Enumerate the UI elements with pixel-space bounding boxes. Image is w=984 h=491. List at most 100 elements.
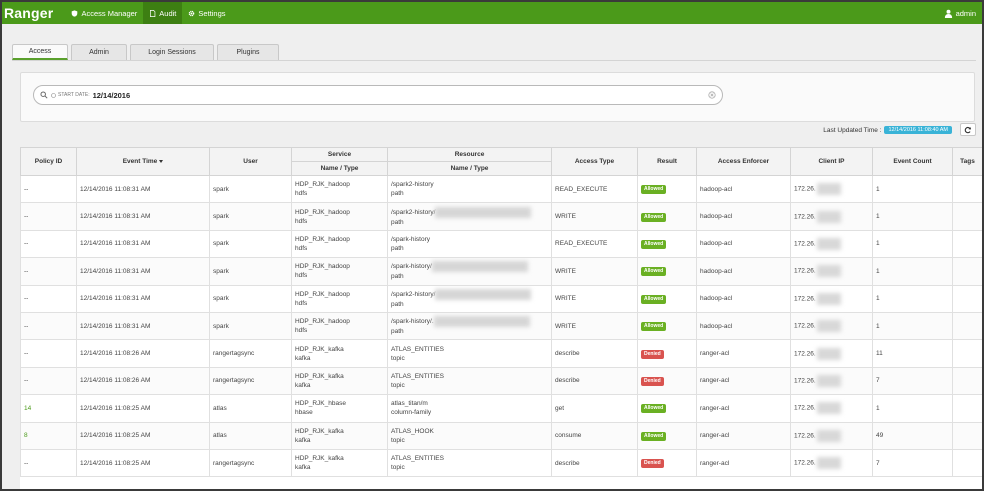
cell-user: spark (209, 174, 292, 204)
table-row[interactable]: 14 12/14/2016 11:08:25 AM atlas HDP_RJK_hba… (20, 394, 982, 423)
cell-policy-id: -- (20, 257, 77, 286)
nav-access-manager[interactable]: Access Manager (65, 2, 143, 24)
redacted-ip (816, 347, 841, 360)
table-row[interactable]: -- 12/14/2016 11:08:26 AM rangertagsync HDP… (20, 366, 982, 396)
result-badge: Allowed (641, 239, 667, 249)
cell-tags (952, 448, 982, 478)
cell-event-time: 12/14/2016 11:08:31 AM (76, 257, 210, 286)
cell-client-ip: 172.26. (790, 339, 873, 368)
cell-policy-id: -- (20, 229, 77, 259)
resource-name: /spark2-history/ (391, 208, 436, 216)
cell-resource: /spark-history/. path (387, 311, 552, 341)
col-event-time[interactable]: Event Time (76, 147, 210, 176)
col-client-ip: Client IP (790, 147, 873, 176)
remove-facet-icon[interactable] (51, 92, 56, 98)
client-ip-value: 172.26. (794, 350, 816, 358)
tab-admin[interactable]: Admin (71, 44, 127, 60)
cell-result: Allowed (637, 202, 697, 231)
table-row[interactable]: -- 12/14/2016 11:08:25 AM rangertagsync HDP… (20, 448, 982, 478)
policy-id-value: -- (24, 377, 29, 385)
tab-plugins[interactable]: Plugins (217, 44, 279, 60)
cell-access-type: consume (551, 421, 638, 450)
result-badge: Denied (641, 459, 664, 469)
result-badge: Allowed (641, 185, 667, 195)
brand-logo[interactable]: Ranger (2, 5, 53, 21)
last-updated-value: 12/14/2016 11:08:40 AM (884, 126, 952, 134)
service-type: hdfs (295, 190, 308, 198)
cell-access-enforcer: ranger-acl (696, 339, 791, 368)
redacted-ip (816, 320, 841, 333)
service-name: HDP_RJK_hadoop (295, 263, 350, 271)
clear-search-icon[interactable] (708, 91, 716, 99)
col-user: User (209, 147, 292, 176)
table-row[interactable]: -- 12/14/2016 11:08:31 AM spark HDP_RJK_had… (20, 257, 982, 286)
service-name: HDP_RJK_hadoop (295, 208, 350, 216)
cell-access-type: READ_EXECUTE (551, 229, 638, 259)
cell-policy-id[interactable]: 14 (20, 394, 77, 423)
cell-event-time: 12/14/2016 11:08:31 AM (76, 284, 210, 313)
cell-tags (952, 339, 982, 368)
result-badge: Allowed (641, 431, 667, 441)
table-row[interactable]: -- 12/14/2016 11:08:26 AM rangertagsync HDP… (20, 339, 982, 368)
start-date-facet[interactable]: START DATE: (51, 92, 90, 98)
cell-tags (952, 394, 982, 423)
table-row[interactable]: -- 12/14/2016 11:08:31 AM spark HDP_RJK_had… (20, 284, 982, 313)
service-type: hdfs (295, 244, 308, 252)
client-ip-value: 172.26. (794, 295, 816, 303)
cell-event-count: 7 (872, 448, 953, 478)
nav-audit[interactable]: Audit (143, 2, 183, 24)
service-type: hdfs (295, 327, 308, 335)
table-row[interactable]: -- 12/14/2016 11:08:31 AM spark HDP_RJK_had… (20, 174, 982, 204)
cell-tags (952, 174, 982, 204)
service-type: kafka (295, 436, 311, 444)
cell-event-count: 1 (872, 174, 953, 204)
cell-event-count: 1 (872, 257, 953, 286)
client-ip-value: 172.26. (794, 459, 816, 467)
redacted-path (435, 288, 532, 300)
last-updated-label: Last Updated Time : (823, 126, 882, 134)
cell-access-enforcer: ranger-acl (696, 421, 791, 450)
cell-service: HDP_RJK_hadoop hdfs (291, 174, 388, 204)
cell-service: HDP_RJK_kafka kafka (291, 366, 388, 396)
policy-id-value[interactable]: 14 (24, 405, 31, 412)
resource-name: /spark-history/ (391, 263, 432, 271)
redacted-ip (816, 183, 841, 196)
service-type: hdfs (295, 217, 308, 225)
table-row[interactable]: -- 12/14/2016 11:08:31 AM spark HDP_RJK_had… (20, 202, 982, 231)
service-type: hbase (295, 409, 313, 417)
cell-policy-id[interactable]: 8 (20, 421, 77, 450)
col-access-type: Access Type (551, 147, 638, 176)
cell-access-type: WRITE (551, 257, 638, 286)
service-name: HDP_RJK_hadoop (295, 318, 350, 326)
col-group-service: Service (291, 147, 388, 162)
policy-id-value[interactable]: 8 (24, 432, 28, 439)
cell-client-ip: 172.26. (790, 174, 873, 204)
table-row[interactable]: -- 12/14/2016 11:08:31 AM spark HDP_RJK_had… (20, 311, 982, 341)
resource-name: ATLAS_ENTITIES (391, 455, 444, 463)
resource-type: path (391, 244, 404, 252)
resource-type: topic (391, 381, 405, 389)
cell-event-count: 49 (872, 421, 953, 450)
nav-settings[interactable]: Settings (182, 2, 231, 24)
cell-event-time: 12/14/2016 11:08:31 AM (76, 202, 210, 231)
visual-search-input[interactable]: START DATE: 12/14/2016 (33, 85, 723, 105)
tab-login-sessions[interactable]: Login Sessions (130, 44, 214, 60)
start-date-value[interactable]: 12/14/2016 (93, 91, 131, 100)
col-tags: Tags (952, 147, 982, 176)
result-badge: Allowed (641, 404, 667, 414)
cell-user: rangertagsync (209, 448, 292, 478)
cell-resource: /spark-history/path (387, 257, 552, 286)
resource-type: path (391, 190, 404, 198)
resource-type: topic (391, 464, 405, 472)
cell-event-time: 12/14/2016 11:08:25 AM (76, 421, 210, 450)
cell-service: HDP_RJK_hadoop hdfs (291, 311, 388, 341)
tab-access[interactable]: Access (12, 44, 68, 60)
refresh-button[interactable] (960, 123, 976, 136)
client-ip-value: 172.26. (794, 240, 816, 248)
user-menu[interactable]: admin (944, 2, 976, 24)
search-panel: START DATE: 12/14/2016 (20, 72, 975, 122)
start-date-label: START DATE: (58, 92, 90, 98)
table-row[interactable]: -- 12/14/2016 11:08:31 AM spark HDP_RJK_had… (20, 229, 982, 259)
table-row[interactable]: 8 12/14/2016 11:08:25 AM atlas HDP_RJK_kafk… (20, 421, 982, 450)
service-type: kafka (295, 381, 311, 389)
